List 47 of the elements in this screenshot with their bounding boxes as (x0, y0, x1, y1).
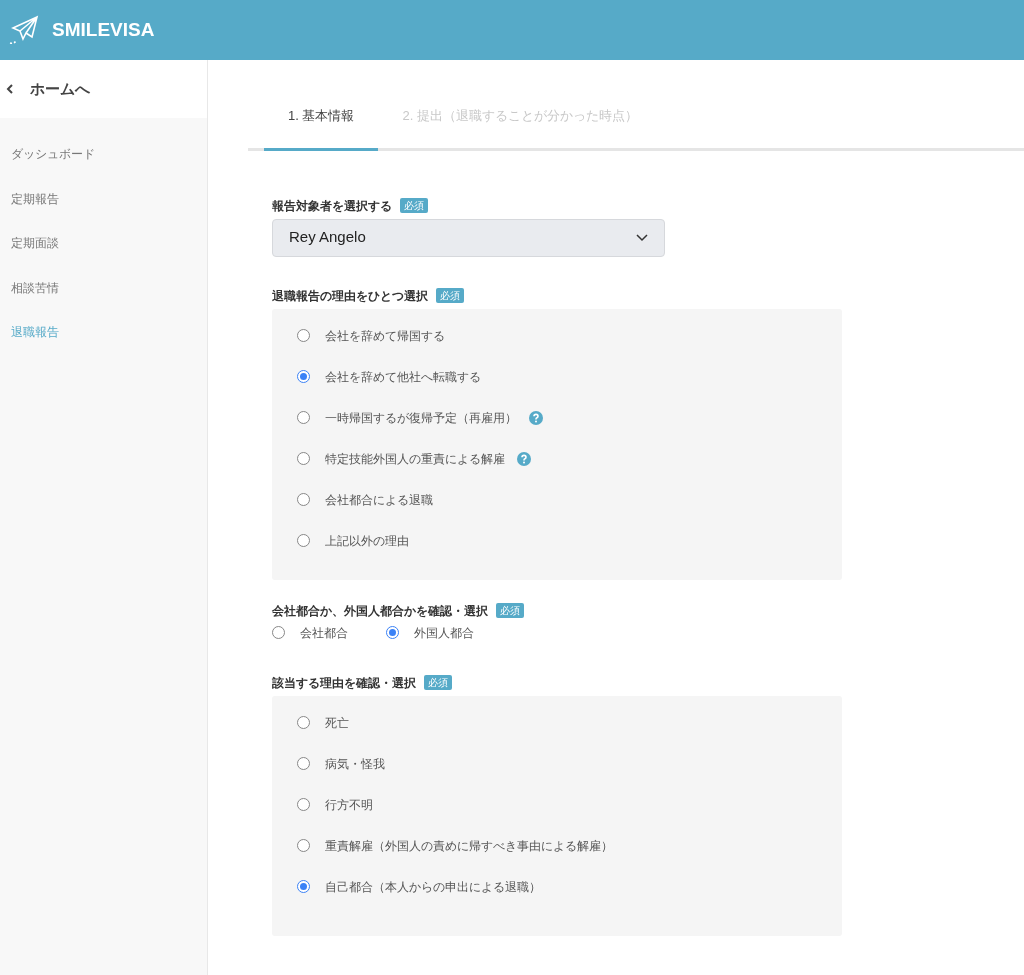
radio-option[interactable]: 一時帰国するが復帰予定（再雇用） (297, 408, 842, 427)
sidebar-item[interactable]: 相談苦情 (0, 265, 207, 310)
required-badge: 必須 (400, 198, 428, 213)
step-tab[interactable]: 1. 基本情報 (264, 106, 379, 151)
radio-button[interactable] (297, 534, 310, 547)
radio-option[interactable]: 自己都合（本人からの申出による退職） (297, 877, 842, 896)
radio-option[interactable]: 病気・怪我 (297, 754, 842, 773)
radio-button[interactable] (297, 839, 310, 852)
radio-option[interactable]: 上記以外の理由 (297, 531, 842, 550)
radio-option[interactable]: 外国人都合 (386, 623, 474, 642)
required-badge: 必須 (436, 288, 464, 303)
radio-option[interactable]: 会社を辞めて帰国する (297, 326, 842, 345)
brand-name: SMILEVISA (52, 17, 155, 42)
required-badge: 必須 (424, 675, 452, 690)
field-label: 会社都合か、外国人都合かを確認・選択 (272, 602, 488, 620)
help-icon[interactable] (517, 451, 531, 466)
field-label: 退職報告の理由をひとつ選択 (272, 287, 428, 305)
person-select[interactable]: Rey Angelo (272, 218, 665, 257)
radio-option[interactable]: 特定技能外国人の重責による解雇 (297, 449, 842, 468)
radio-button[interactable] (297, 798, 310, 811)
radio-button[interactable] (297, 411, 310, 424)
radio-button[interactable] (297, 716, 310, 729)
sidebar-item[interactable]: 定期報告 (0, 176, 207, 221)
radio-button[interactable] (297, 880, 310, 893)
radio-button[interactable] (297, 370, 310, 383)
radio-option[interactable]: 会社を辞めて他社へ転職する (297, 367, 842, 386)
radio-option[interactable]: 会社都合による退職 (297, 490, 842, 509)
radio-option[interactable]: 会社都合 (272, 623, 348, 642)
radio-button[interactable] (386, 626, 399, 639)
home-link[interactable]: ホームへ (0, 60, 207, 118)
required-badge: 必須 (496, 603, 524, 618)
paper-plane-icon (8, 14, 40, 46)
radio-button[interactable] (272, 626, 285, 639)
sidebar-item[interactable]: ダッシュボード (0, 132, 207, 177)
radio-option[interactable]: 死亡 (297, 713, 842, 732)
radio-option[interactable]: 行方不明 (297, 795, 842, 814)
radio-button[interactable] (297, 452, 310, 465)
radio-button[interactable] (297, 757, 310, 770)
field-label: 報告対象者を選択する (272, 197, 392, 215)
field-label: 該当する理由を確認・選択 (272, 674, 416, 692)
radio-button[interactable] (297, 493, 310, 506)
sidebar-item[interactable]: 定期面談 (0, 221, 207, 266)
help-icon[interactable] (529, 410, 543, 425)
chevron-left-icon (6, 83, 14, 95)
radio-button[interactable] (297, 329, 310, 342)
chevron-down-icon (636, 233, 648, 242)
radio-option[interactable]: 重責解雇（外国人の責めに帰すべき事由による解雇） (297, 836, 842, 855)
